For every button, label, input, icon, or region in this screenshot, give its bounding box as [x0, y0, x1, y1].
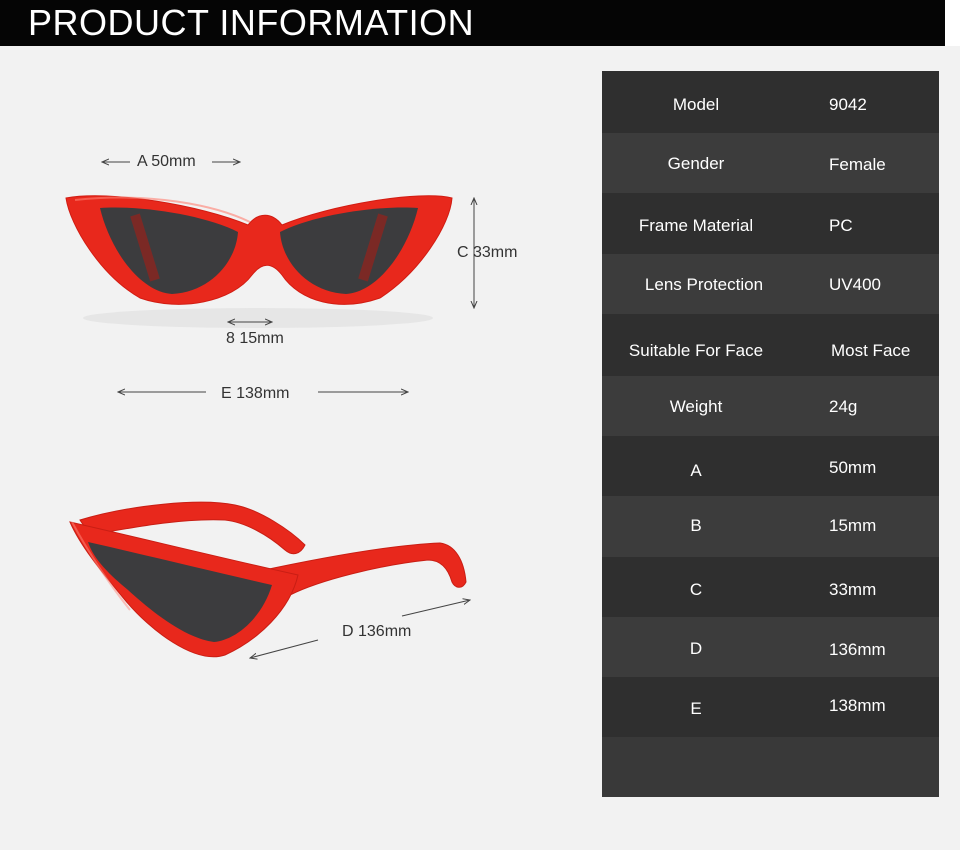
- spec-value: 15mm: [829, 516, 877, 535]
- spec-label: Gender: [667, 154, 725, 173]
- spec-row-model: Model 9042: [602, 71, 939, 133]
- spec-row-a: A 50mm: [602, 436, 939, 496]
- dim-d-arrow-right: [401, 600, 470, 617]
- spec-label: A: [690, 461, 702, 480]
- spec-label: B: [690, 516, 702, 535]
- spec-label: E: [690, 699, 702, 718]
- sunglasses-front-view: [65, 195, 453, 328]
- dim-d-label: D 136mm: [342, 623, 412, 640]
- dim-b-label: 8 15mm: [226, 330, 284, 347]
- spec-value: 50mm: [829, 458, 877, 477]
- spec-value: 33mm: [829, 580, 877, 599]
- spec-row-b: B 15mm: [602, 496, 939, 557]
- dim-d-arrow-left: [250, 639, 319, 658]
- spec-label: Weight: [669, 397, 723, 416]
- spec-value: UV400: [829, 275, 881, 294]
- product-illustration: [65, 0, 600, 850]
- spec-row-d: D 136mm: [602, 617, 939, 677]
- spec-label: Model: [672, 95, 720, 114]
- dim-c-label: C 33mm: [457, 244, 518, 261]
- spec-label: Lens Protection: [644, 275, 764, 294]
- spec-row-c: C 33mm: [602, 557, 939, 617]
- spec-value: PC: [829, 216, 853, 235]
- spec-row-suitable-face: Suitable For Face Most Face: [602, 314, 939, 376]
- spec-value: Most Face: [831, 341, 911, 360]
- spec-value: 138mm: [829, 696, 886, 715]
- spec-row-frame-material: Frame Material PC: [602, 193, 939, 254]
- spec-row-lens-protection: Lens Protection UV400: [602, 254, 939, 314]
- spec-value: Female: [829, 155, 886, 174]
- spec-label: D: [689, 639, 703, 658]
- dim-a-label: A 50mm: [137, 153, 196, 170]
- spec-row-e: E 138mm: [602, 677, 939, 737]
- spec-table: Model 9042 Gender Female Frame Material …: [602, 71, 939, 797]
- spec-label: C: [689, 580, 703, 599]
- spec-row-weight: Weight 24g: [602, 376, 939, 436]
- spec-value: 136mm: [829, 640, 886, 659]
- spec-value: 9042: [829, 95, 867, 114]
- spec-label: Frame Material: [638, 216, 754, 235]
- spec-row-gender: Gender Female: [602, 133, 939, 193]
- spec-value: 24g: [829, 397, 858, 416]
- dim-e-label: E 138mm: [221, 385, 290, 402]
- spec-label: Suitable For Face: [628, 341, 764, 360]
